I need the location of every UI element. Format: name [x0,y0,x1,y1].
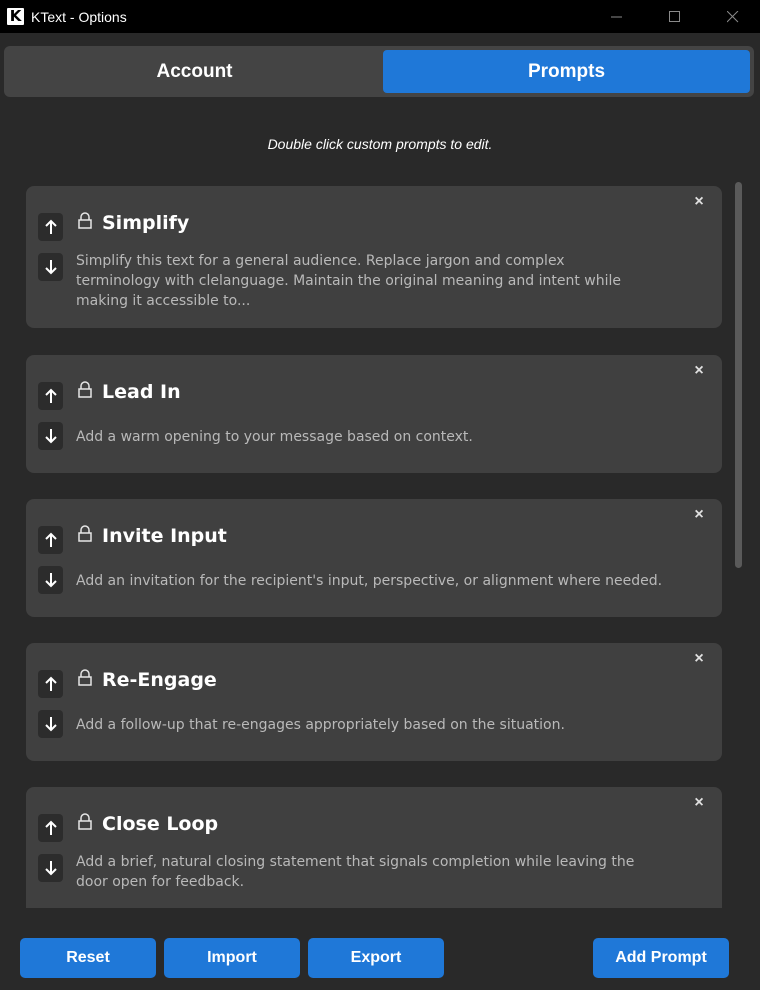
prompt-card-invite-input[interactable]: × Invite Input Add an invitation for the… [26,499,722,617]
maximize-icon [669,10,680,22]
arrow-down-icon [44,260,57,275]
export-button[interactable]: Export [308,938,444,978]
minimize-button[interactable] [594,0,640,33]
lock-icon [78,669,92,686]
prompt-card-re-engage[interactable]: × Re-Engage Add a follow-up that re-enga… [26,643,722,761]
lock-icon [78,525,92,542]
prompt-description: Add a warm opening to your message based… [76,429,473,445]
close-icon[interactable]: × [692,194,706,210]
add-prompt-button[interactable]: Add Prompt [593,938,729,978]
move-down-button[interactable] [38,854,63,882]
close-window-button[interactable] [710,0,756,33]
arrow-down-icon [44,861,57,876]
prompt-title: Lead In [102,381,181,403]
move-down-button[interactable] [38,566,63,594]
lock-icon [78,813,92,830]
tab-bar: Account Prompts [4,46,754,97]
reset-button[interactable]: Reset [20,938,156,978]
arrow-up-icon [44,820,57,835]
move-up-button[interactable] [38,213,63,241]
prompt-description: Add a brief, natural closing statement t… [76,854,635,890]
move-down-button[interactable] [38,253,63,281]
prompt-title: Simplify [102,212,190,234]
tab-account[interactable]: Account [8,50,381,93]
prompt-title: Close Loop [102,813,219,835]
lock-icon [78,381,92,398]
close-window-icon [727,10,739,22]
move-up-button[interactable] [38,670,63,698]
move-up-button[interactable] [38,814,63,842]
prompt-description: Simplify this text for a general audienc… [76,253,621,309]
prompt-card-lead-in[interactable]: × Lead In Add a warm opening to your mes… [26,355,722,473]
arrow-up-icon [44,532,57,547]
app-logo-icon: K [7,8,24,25]
prompt-list[interactable]: × Simplify Simplify this text for a gene… [0,176,760,908]
scrollbar-thumb[interactable] [735,182,742,568]
arrow-up-icon [44,676,57,691]
arrow-down-icon [44,429,57,444]
close-icon[interactable]: × [692,507,706,523]
arrow-up-icon [44,219,57,234]
prompt-description: Add an invitation for the recipient's in… [76,573,663,589]
prompt-card-close-loop[interactable]: × Close Loop Add a brief, natural closin… [26,787,722,908]
lock-icon [78,212,92,229]
edit-hint: Double click custom prompts to edit. [267,136,493,152]
prompt-card-simplify[interactable]: × Simplify Simplify this text for a gene… [26,186,722,328]
arrow-down-icon [44,717,57,732]
minimize-icon [611,16,622,17]
move-up-button[interactable] [38,526,63,554]
logo-letter: K [9,7,22,25]
title-bar: K KText - Options [0,0,760,33]
close-icon[interactable]: × [692,795,706,811]
move-down-button[interactable] [38,710,63,738]
close-icon[interactable]: × [692,651,706,667]
prompt-title: Re-Engage [102,669,217,691]
close-icon[interactable]: × [692,363,706,379]
maximize-button[interactable] [652,0,698,33]
arrow-down-icon [44,573,57,588]
prompt-title: Invite Input [102,525,227,547]
prompt-description: Add a follow-up that re-engages appropri… [76,717,565,733]
arrow-up-icon [44,388,57,403]
window-title: KText - Options [31,8,127,25]
move-down-button[interactable] [38,422,63,450]
import-button[interactable]: Import [164,938,300,978]
move-up-button[interactable] [38,382,63,410]
tab-prompts[interactable]: Prompts [383,50,750,93]
